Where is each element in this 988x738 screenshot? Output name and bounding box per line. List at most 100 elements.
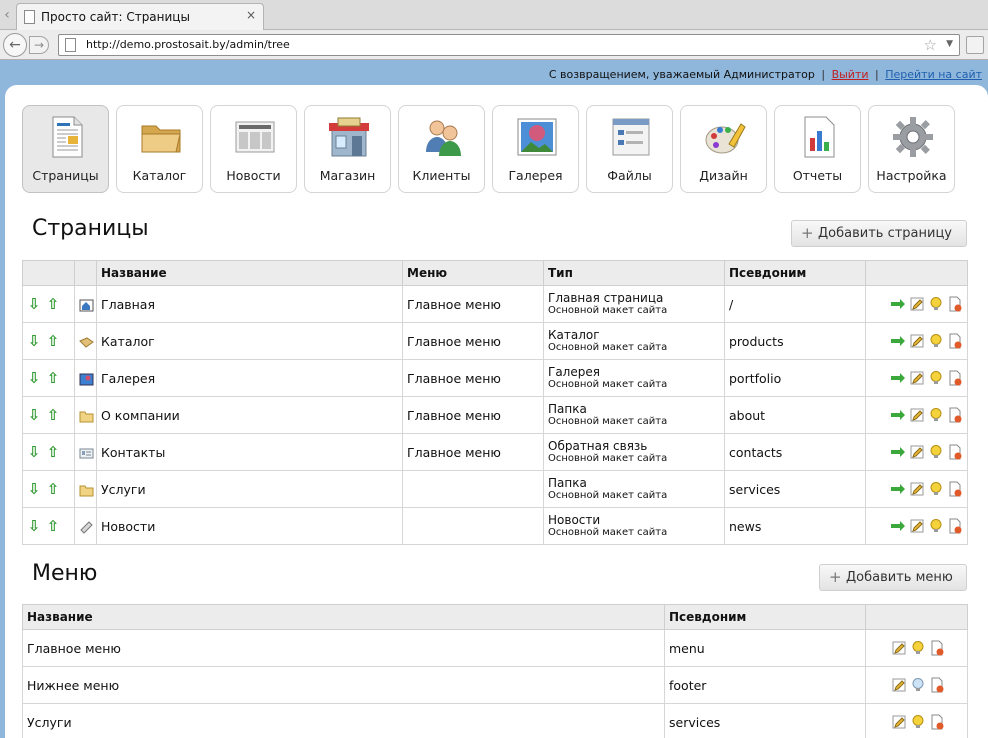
go-arrow-icon[interactable]	[890, 481, 906, 497]
alias-cell: services	[664, 703, 866, 738]
page-alias-link[interactable]: products	[729, 334, 784, 349]
module-button-users[interactable]: Клиенты	[398, 105, 485, 193]
move-up-icon[interactable]: ⇧	[46, 480, 60, 498]
module-button-design[interactable]: Дизайн	[680, 105, 767, 193]
move-up-icon[interactable]: ⇧	[46, 369, 60, 387]
go-arrow-icon[interactable]	[890, 333, 906, 349]
add-page-label: Добавить страницу	[818, 226, 952, 241]
move-down-icon[interactable]: ⇩	[27, 480, 41, 498]
delete-icon[interactable]	[947, 370, 963, 386]
page-alias-link[interactable]: news	[729, 519, 761, 534]
column-header-name[interactable]: Название	[22, 604, 665, 630]
visibility-bulb-icon[interactable]	[928, 518, 944, 534]
add-page-button[interactable]: + Добавить страницу	[791, 220, 967, 247]
column-header-type[interactable]: Тип	[543, 260, 725, 286]
visibility-bulb-icon[interactable]	[928, 481, 944, 497]
column-header-alias[interactable]: Псевдоним	[664, 604, 866, 630]
edit-pencil-icon[interactable]	[909, 370, 925, 386]
delete-icon[interactable]	[929, 677, 945, 693]
edit-pencil-icon[interactable]	[909, 481, 925, 497]
menu-name-link[interactable]: Нижнее меню	[27, 678, 119, 693]
files-icon	[608, 114, 654, 160]
actions-cell	[865, 396, 968, 434]
delete-icon[interactable]	[929, 714, 945, 730]
edit-pencil-icon[interactable]	[909, 407, 925, 423]
visibility-bulb-icon[interactable]	[910, 714, 926, 730]
visibility-bulb-icon[interactable]	[928, 370, 944, 386]
module-button-shop[interactable]: Магазин	[304, 105, 391, 193]
module-button-folder[interactable]: Каталог	[116, 105, 203, 193]
page-alias-link[interactable]: about	[729, 408, 765, 423]
bookmark-star-icon[interactable]: ☆	[924, 36, 937, 54]
users-icon	[420, 114, 466, 160]
add-menu-button[interactable]: + Добавить меню	[819, 564, 967, 591]
forward-arrow-icon[interactable]: →	[29, 36, 49, 54]
page-alias-link[interactable]: contacts	[729, 445, 782, 460]
visibility-bulb-icon[interactable]	[928, 407, 944, 423]
move-down-icon[interactable]: ⇩	[27, 332, 41, 350]
visibility-bulb-off-icon[interactable]	[910, 677, 926, 693]
move-down-icon[interactable]: ⇩	[27, 517, 41, 535]
go-arrow-icon[interactable]	[890, 518, 906, 534]
move-up-icon[interactable]: ⇧	[46, 517, 60, 535]
edit-pencil-icon[interactable]	[909, 444, 925, 460]
visibility-bulb-icon[interactable]	[910, 640, 926, 656]
module-button-gear[interactable]: Настройка	[868, 105, 955, 193]
go-arrow-icon[interactable]	[890, 444, 906, 460]
edit-pencil-icon[interactable]	[891, 640, 907, 656]
move-up-icon[interactable]: ⇧	[46, 332, 60, 350]
delete-icon[interactable]	[947, 481, 963, 497]
dropdown-arrow-icon[interactable]: ▼	[946, 39, 953, 49]
module-button-reports[interactable]: Отчеты	[774, 105, 861, 193]
module-button-newspaper[interactable]: Новости	[210, 105, 297, 193]
go-arrow-icon[interactable]	[890, 296, 906, 312]
table-row: ⇩ ⇧ Контакты Главное меню Обратная связь Осно…	[22, 433, 968, 471]
move-up-icon[interactable]: ⇧	[46, 443, 60, 461]
go-arrow-icon[interactable]	[890, 407, 906, 423]
column-header-alias[interactable]: Псевдоним	[724, 260, 866, 286]
page-alias-link[interactable]: /	[729, 297, 733, 312]
visibility-bulb-icon[interactable]	[928, 444, 944, 460]
edit-pencil-icon[interactable]	[909, 296, 925, 312]
delete-icon[interactable]	[947, 296, 963, 312]
edit-pencil-icon[interactable]	[909, 333, 925, 349]
module-button-pages[interactable]: Страницы	[22, 105, 109, 193]
visibility-bulb-icon[interactable]	[928, 333, 944, 349]
edit-pencil-icon[interactable]	[891, 714, 907, 730]
edit-pencil-icon[interactable]	[909, 518, 925, 534]
delete-icon[interactable]	[929, 640, 945, 656]
back-arrow-icon[interactable]: ←	[3, 33, 27, 57]
move-down-icon[interactable]: ⇩	[27, 443, 41, 461]
tab-scroll-left-icon[interactable]: ‹	[0, 0, 14, 30]
module-button-files[interactable]: Файлы	[586, 105, 673, 193]
page-name[interactable]: Услуги	[101, 482, 146, 497]
go-arrow-icon[interactable]	[890, 370, 906, 386]
page-name[interactable]: О компании	[101, 408, 180, 423]
logout-link[interactable]: Выйти	[832, 68, 869, 81]
menu-name-link[interactable]: Главное меню	[27, 641, 121, 656]
page-alias-link[interactable]: services	[729, 482, 780, 497]
url-text[interactable]: http://demo.prostosait.by/admin/tree	[86, 38, 290, 51]
page-alias-link[interactable]: portfolio	[729, 371, 781, 386]
goto-site-link[interactable]: Перейти на сайт	[885, 68, 982, 81]
column-header-menu[interactable]: Меню	[402, 260, 544, 286]
menu-name-link[interactable]: Услуги	[27, 715, 72, 730]
module-button-gallery[interactable]: Галерея	[492, 105, 579, 193]
address-bar[interactable]: http://demo.prostosait.by/admin/tree ☆ ▼	[58, 34, 960, 56]
move-down-icon[interactable]: ⇩	[27, 369, 41, 387]
browser-tab[interactable]: Просто сайт: Страницы ×	[16, 3, 264, 30]
folder-icon	[79, 484, 94, 497]
move-down-icon[interactable]: ⇩	[27, 295, 41, 313]
edit-pencil-icon[interactable]	[891, 677, 907, 693]
tab-close-icon[interactable]: ×	[246, 8, 256, 22]
delete-icon[interactable]	[947, 518, 963, 534]
toolbar-button[interactable]	[966, 36, 984, 54]
column-header-name[interactable]: Название	[96, 260, 403, 286]
move-up-icon[interactable]: ⇧	[46, 295, 60, 313]
move-up-icon[interactable]: ⇧	[46, 406, 60, 424]
delete-icon[interactable]	[947, 444, 963, 460]
move-down-icon[interactable]: ⇩	[27, 406, 41, 424]
delete-icon[interactable]	[947, 333, 963, 349]
delete-icon[interactable]	[947, 407, 963, 423]
visibility-bulb-icon[interactable]	[928, 296, 944, 312]
